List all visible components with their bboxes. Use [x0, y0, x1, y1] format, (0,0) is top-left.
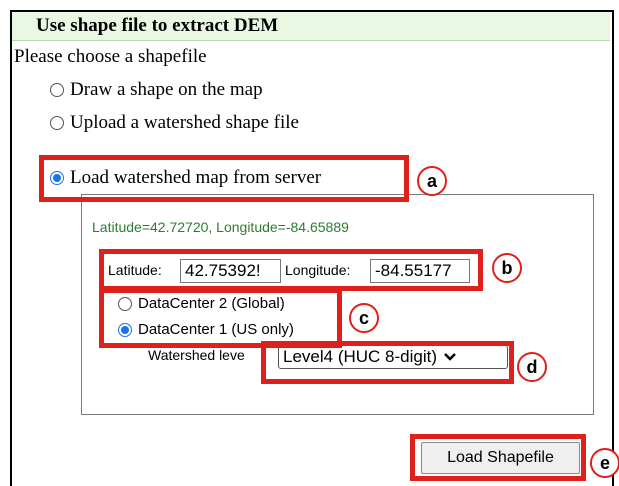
callout-a: a	[417, 166, 447, 196]
draw-shape-radio[interactable]	[50, 83, 64, 97]
shapefile-prompt: Please choose a shapefile	[14, 46, 207, 67]
callout-d: d	[517, 352, 547, 382]
option-draw-shape[interactable]: Draw a shape on the map	[50, 79, 263, 101]
annotation-box-e	[410, 434, 586, 481]
callout-e: e	[590, 448, 619, 478]
current-coordinates: Latitude=42.72720, Longitude=-84.65889	[92, 219, 349, 235]
annotation-box-d	[261, 341, 514, 384]
annotation-box-b	[99, 249, 483, 291]
option-upload-shapefile[interactable]: Upload a watershed shape file	[50, 112, 299, 134]
upload-shapefile-label: Upload a watershed shape file	[70, 112, 299, 133]
annotation-box-a	[39, 155, 409, 202]
callout-b: b	[492, 253, 522, 283]
draw-shape-label: Draw a shape on the map	[70, 79, 263, 100]
callout-c: c	[349, 303, 379, 333]
dialog-title: Use shape file to extract DEM	[36, 15, 279, 36]
upload-shapefile-radio[interactable]	[50, 116, 64, 130]
annotation-box-c	[99, 288, 342, 348]
watershed-level-label: Watershed leve	[148, 347, 245, 363]
